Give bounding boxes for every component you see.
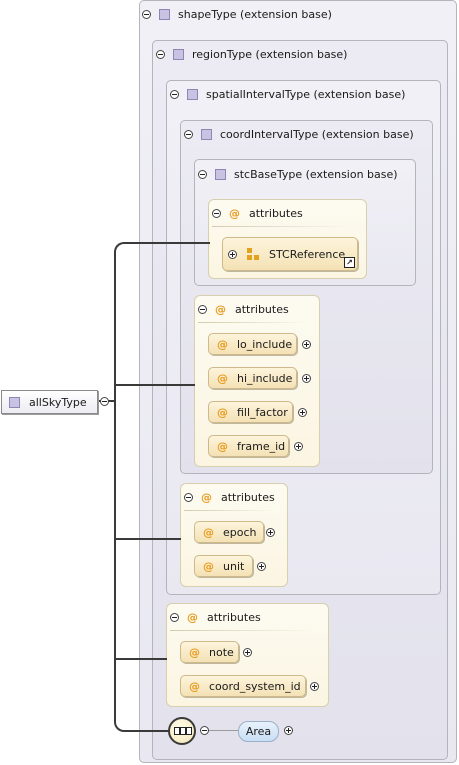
- attribute-icon: @: [217, 371, 228, 385]
- connector-line: [124, 730, 170, 732]
- attribute-icon: @: [217, 337, 228, 351]
- attribute-group-label: STCReference: [269, 247, 346, 261]
- divider: [198, 322, 308, 323]
- attribute-icon: @: [203, 525, 214, 539]
- extension-header-regionType[interactable]: regionType (extension base): [156, 45, 347, 63]
- collapse-icon[interactable]: [184, 492, 193, 502]
- connector-line: [115, 384, 195, 386]
- divider: [170, 630, 316, 631]
- expand-icon[interactable]: [243, 648, 252, 657]
- attribute-coord_system_id[interactable]: @ coord_system_id: [180, 675, 306, 697]
- expand-icon[interactable]: [298, 408, 307, 417]
- complex-type-icon: [159, 8, 170, 20]
- attribute-fill_factor[interactable]: @ fill_factor: [208, 401, 293, 423]
- extension-header-coordIntervalType[interactable]: coordIntervalType (extension base): [184, 125, 414, 143]
- attribute-epoch[interactable]: @ epoch: [194, 521, 264, 543]
- complex-type-icon: [201, 128, 212, 140]
- extension-header-stcBaseType[interactable]: stcBaseType (extension base): [198, 165, 398, 183]
- complex-type-icon: [187, 88, 198, 100]
- complex-type-icon: [9, 396, 20, 408]
- collapse-icon[interactable]: [212, 208, 221, 218]
- expand-icon[interactable]: [302, 340, 311, 349]
- attribute-icon: @: [203, 559, 214, 573]
- collapse-icon[interactable]: [198, 169, 207, 179]
- attribute-icon: @: [217, 439, 228, 453]
- collapse-icon[interactable]: [142, 9, 151, 19]
- attribute-icon: @: [217, 405, 228, 419]
- attribute-group-ref-STCReference[interactable]: STCReference ↗: [222, 237, 358, 271]
- divider: [212, 226, 352, 227]
- connector-line: [115, 538, 181, 540]
- attributes-group-header[interactable]: @ attributes: [212, 204, 303, 222]
- element-Area[interactable]: Area: [238, 721, 279, 742]
- collapse-icon[interactable]: [184, 129, 193, 139]
- attribute-hi_include[interactable]: @ hi_include: [208, 367, 297, 389]
- attributes-label: attributes: [221, 490, 275, 504]
- attribute-label: epoch: [223, 525, 257, 539]
- extension-label: stcBaseType (extension base): [234, 167, 398, 181]
- expand-icon[interactable]: [266, 528, 275, 537]
- attribute-icon: @: [229, 206, 240, 220]
- root-type-node[interactable]: allSkyType: [1, 390, 98, 414]
- collapse-icon[interactable]: [200, 726, 209, 735]
- complex-type-icon: [173, 48, 184, 60]
- sequence-compositor-icon[interactable]: [168, 717, 196, 745]
- attribute-label: unit: [223, 559, 245, 573]
- attribute-lo_include[interactable]: @ lo_include: [208, 333, 297, 355]
- attribute-label: coord_system_id: [209, 679, 301, 693]
- extension-header-shapeType[interactable]: shapeType (extension base): [142, 5, 332, 23]
- attribute-label: note: [209, 645, 234, 659]
- reference-link-icon[interactable]: ↗: [344, 257, 355, 268]
- attribute-label: lo_include: [237, 337, 293, 351]
- expand-icon[interactable]: [310, 682, 319, 691]
- attributes-group-header[interactable]: @ attributes: [184, 488, 275, 506]
- collapse-icon[interactable]: [100, 397, 109, 406]
- collapse-icon[interactable]: [156, 49, 165, 59]
- expand-icon[interactable]: [257, 562, 266, 571]
- attributes-label: attributes: [207, 610, 261, 624]
- attributes-label: attributes: [249, 206, 303, 220]
- extension-label: spatialIntervalType (extension base): [206, 87, 406, 101]
- connector-line: [124, 242, 210, 244]
- attribute-icon: @: [189, 679, 200, 693]
- attribute-icon: @: [189, 645, 200, 659]
- extension-label: coordIntervalType (extension base): [220, 127, 414, 141]
- extension-label: regionType (extension base): [192, 47, 348, 61]
- expand-icon[interactable]: [302, 374, 311, 383]
- attribute-note[interactable]: @ note: [180, 641, 239, 663]
- connector-line: [115, 658, 167, 660]
- expand-icon[interactable]: [284, 726, 293, 735]
- attributes-group-header[interactable]: @ attributes: [198, 300, 289, 318]
- connector-line: [209, 730, 239, 731]
- collapse-icon[interactable]: [170, 612, 179, 622]
- divider: [184, 510, 276, 511]
- collapse-icon[interactable]: [170, 89, 179, 99]
- attribute-group-icon: [246, 247, 260, 261]
- attribute-label: frame_id: [237, 439, 286, 453]
- attribute-icon: @: [215, 302, 226, 316]
- root-type-label: allSkyType: [29, 395, 87, 409]
- complex-type-icon: [215, 168, 226, 180]
- expand-icon[interactable]: [294, 442, 303, 451]
- attribute-icon: @: [187, 610, 198, 624]
- attribute-label: fill_factor: [237, 405, 288, 419]
- attributes-label: attributes: [235, 302, 289, 316]
- attribute-label: hi_include: [237, 371, 293, 385]
- collapse-icon[interactable]: [198, 304, 207, 314]
- extension-label: shapeType (extension base): [178, 7, 332, 21]
- extension-header-spatialIntervalType[interactable]: spatialIntervalType (extension base): [170, 85, 405, 103]
- attribute-unit[interactable]: @ unit: [194, 555, 253, 577]
- attribute-icon: @: [201, 490, 212, 504]
- attribute-frame_id[interactable]: @ frame_id: [208, 435, 289, 457]
- element-label: Area: [245, 725, 272, 738]
- expand-icon[interactable]: [228, 249, 237, 259]
- attributes-group-header[interactable]: @ attributes: [170, 608, 261, 626]
